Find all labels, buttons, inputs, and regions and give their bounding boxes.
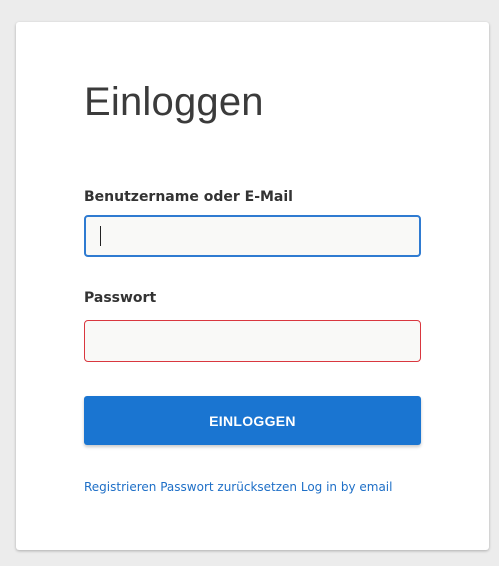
login-page: Einloggen Benutzername oder E-Mail Passw… (0, 0, 499, 566)
password-label: Passwort (84, 290, 157, 306)
page-title: Einloggen (84, 80, 264, 124)
login-button[interactable]: EINLOGGEN (84, 396, 421, 445)
username-input[interactable] (84, 215, 421, 257)
auth-links: Registrieren Passwort zurücksetzen Log i… (84, 481, 392, 493)
register-link[interactable]: Registrieren (84, 480, 156, 494)
login-card: Einloggen Benutzername oder E-Mail Passw… (16, 22, 489, 550)
username-label: Benutzername oder E-Mail (84, 189, 293, 205)
password-input[interactable] (84, 320, 421, 362)
email-login-link[interactable]: Log in by email (301, 480, 393, 494)
reset-password-link[interactable]: Passwort zurücksetzen (160, 480, 297, 494)
text-cursor (100, 226, 101, 246)
